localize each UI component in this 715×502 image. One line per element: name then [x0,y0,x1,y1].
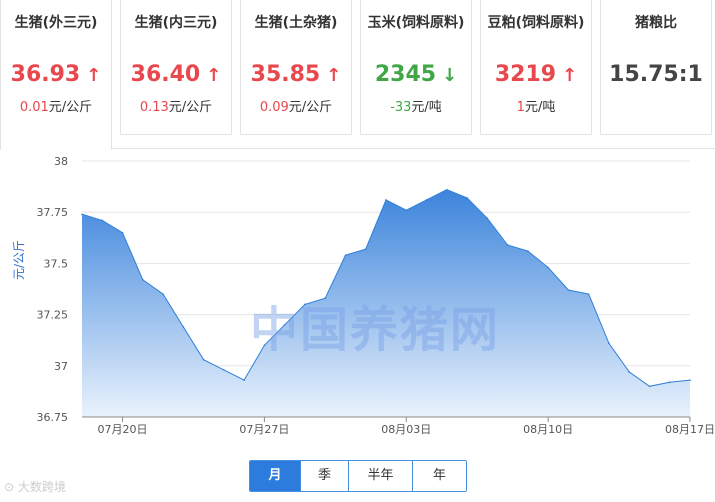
x-tick-label: 07月27日 [239,423,289,436]
y-tick-label: 36.75 [37,411,69,424]
data-point [648,385,651,388]
x-tick-label: 08月03日 [381,423,431,436]
data-point [506,244,509,246]
data-point [202,358,205,361]
data-point [142,278,144,281]
data-point [466,197,468,199]
card-corn[interactable]: 玉米(饲料原料) 2345 ↓ -33元/吨 [360,0,472,135]
data-point [527,250,529,252]
y-tick-label: 37.75 [37,206,69,219]
card-title: 豆粕(饲料原料) [487,15,585,31]
card-change: 1元/吨 [516,100,556,115]
card-pig-grain-ratio[interactable]: 猪粮比 15.75:1 [600,0,712,135]
data-point [668,381,671,383]
data-point [364,248,367,250]
card-value: 36.40 ↑ [130,62,222,87]
data-point [162,293,164,295]
data-point [385,199,387,201]
data-point [182,326,185,328]
x-tick-label: 07月20日 [98,423,148,436]
card-change: 0.13元/公斤 [139,100,213,115]
card-title: 玉米(饲料原料) [367,15,465,31]
range-year-button[interactable]: 年 [412,461,466,491]
data-point [243,379,245,381]
data-point [689,379,691,381]
data-point [425,199,428,201]
data-point [81,213,83,216]
card-value: 36.93 ↑ [10,62,102,87]
card-change: 0.09元/公斤 [259,100,333,115]
range-quarter-button[interactable]: 季 [300,461,348,491]
data-point [587,293,590,295]
card-value: 3219 ↑ [494,62,578,87]
card-value: 15.75:1 [609,62,703,87]
card-soymeal[interactable]: 豆粕(饲料原料) 3219 ↑ 1元/吨 [480,0,592,135]
arrow-up-icon: ↑ [86,65,102,86]
card-title: 生猪(土杂猪) [254,15,338,31]
card-title: 生猪(内三元) [134,15,218,31]
arrow-up-icon: ↑ [206,65,222,86]
card-pig-inner[interactable]: 生猪(内三元) 36.40 ↑ 0.13元/公斤 [120,0,232,135]
data-point [567,289,570,291]
card-pig-outer[interactable]: 生猪(外三元) 36.93 ↑ 0.01元/公斤 [0,0,112,150]
card-change: -33元/吨 [390,100,442,115]
card-value: 35.85 ↑ [250,62,342,87]
y-tick-label: 38 [54,155,68,168]
logo-icon: ⊙ [4,480,18,494]
x-tick-label: 08月10日 [523,423,573,436]
arrow-down-icon: ↓ [442,65,458,86]
range-selector: 月 季 半年 年 [249,460,467,492]
data-point [486,217,489,220]
price-cards: 生猪(外三元) 36.93 ↑ 0.01元/公斤 生猪(内三元) 36.40 ↑ 0… [0,0,715,150]
data-point [446,188,448,191]
card-pig-local[interactable]: 生猪(土杂猪) 35.85 ↑ 0.09元/公斤 [240,0,352,135]
arrow-up-icon: ↑ [562,65,578,86]
card-value: 2345 ↓ [374,62,458,87]
data-point [223,369,225,371]
range-halfyear-button[interactable]: 半年 [348,461,412,491]
card-title: 猪粮比 [635,15,677,31]
y-tick-label: 37 [54,360,68,373]
watermark: 中国养猪网 [250,302,501,358]
card-change: 0.01元/公斤 [19,100,93,115]
arrow-up-icon: ↑ [326,65,342,86]
y-tick-label: 37.5 [44,257,69,270]
range-month-button[interactable]: 月 [250,461,300,491]
y-tick-label: 37.25 [37,309,69,322]
footer-logo: ⊙ 大数跨境 [4,480,66,494]
data-point [628,371,630,373]
data-point [101,219,104,222]
data-point [608,342,610,345]
data-point [547,266,549,269]
card-title: 生猪(外三元) [14,15,98,31]
x-tick-label: 08月17日 [665,423,715,436]
y-axis-title: 元/公斤 [12,239,26,280]
data-point [121,231,124,234]
data-point [405,209,408,211]
data-point [344,254,347,257]
